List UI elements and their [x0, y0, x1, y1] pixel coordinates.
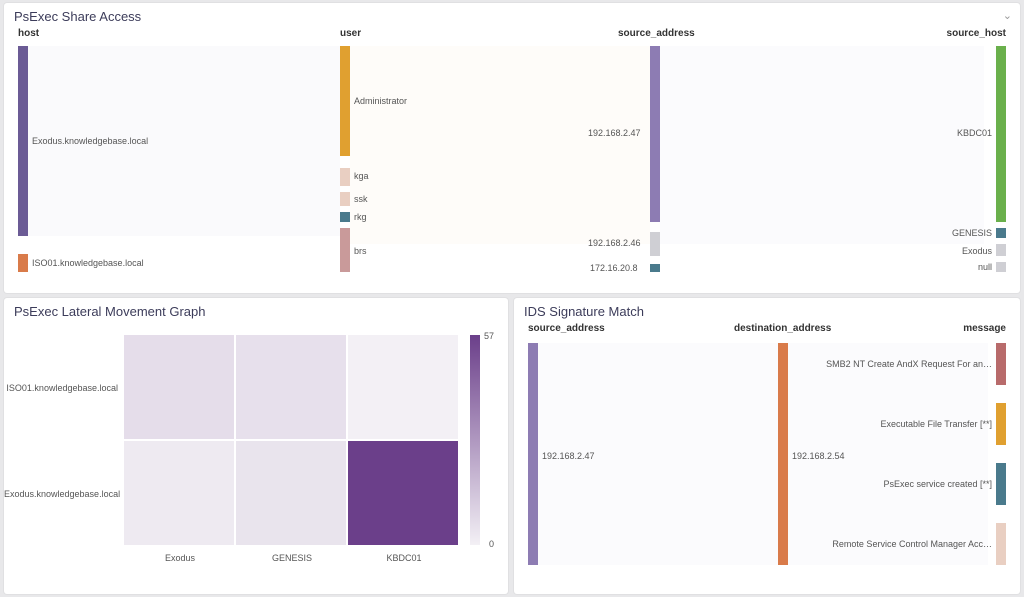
label-dst-genesis: GENESIS — [952, 228, 992, 238]
col-source-address: source_address — [528, 323, 605, 334]
node-src-20[interactable] — [650, 264, 660, 272]
heatmap-xlabel: GENESIS — [236, 553, 348, 563]
label-message: SMB2 NT Create AndX Request For an… — [826, 359, 992, 369]
node-user-kga[interactable] — [340, 168, 350, 186]
sankey-share-access[interactable]: host user source_address source_host Exo… — [4, 28, 1020, 286]
label-message: PsExec service created [**] — [883, 479, 992, 489]
col-source-address: source_address — [618, 28, 695, 39]
label-src-47: 192.168.2.47 — [588, 128, 641, 138]
flow — [538, 343, 988, 565]
node-host-iso01[interactable] — [18, 254, 28, 272]
chevron-down-icon[interactable]: ⌄ — [1003, 9, 1012, 22]
node-host-exodus[interactable] — [18, 46, 28, 236]
label-dst-null: null — [978, 262, 992, 272]
node-message[interactable] — [996, 343, 1006, 385]
panel-share-access: PsExec Share Access ⌄ host user source_a… — [4, 3, 1020, 293]
node-message[interactable] — [996, 403, 1006, 445]
node-src-46[interactable] — [650, 232, 660, 256]
label-dst-exodus: Exodus — [962, 246, 992, 256]
node-message[interactable] — [996, 463, 1006, 505]
panel-title: IDS Signature Match — [514, 298, 1020, 323]
label-host-iso01: ISO01.knowledgebase.local — [32, 258, 144, 268]
node-dst-exodus[interactable] — [996, 244, 1006, 256]
panel-ids-signature: IDS Signature Match source_address desti… — [514, 298, 1020, 594]
label-host-exodus: Exodus.knowledgebase.local — [32, 136, 148, 146]
label-dst-kbdc: KBDC01 — [957, 128, 992, 138]
heatmap-cell[interactable] — [124, 335, 234, 439]
node-user-admin[interactable] — [340, 46, 350, 156]
sankey-ids[interactable]: source_address destination_address messa… — [514, 323, 1020, 585]
panel-title: PsExec Share Access — [4, 3, 1020, 28]
label-message: Remote Service Control Manager Acc… — [832, 539, 992, 549]
node-dst-genesis[interactable] — [996, 228, 1006, 238]
heatmap-legend — [470, 335, 480, 545]
label-src-46: 192.168.2.46 — [588, 238, 641, 248]
node-user-brs[interactable] — [340, 228, 350, 272]
heatmap-xlabel: Exodus — [124, 553, 236, 563]
label-user-brs: brs — [354, 246, 367, 256]
heatmap-ylabel: ISO01.knowledgebase.local — [4, 383, 118, 393]
flow — [350, 46, 650, 244]
heatmap-cell[interactable] — [124, 441, 234, 545]
label-user-kga: kga — [354, 171, 369, 181]
legend-max: 57 — [484, 331, 494, 341]
label-dest: 192.168.2.54 — [792, 451, 845, 461]
col-source-host: source_host — [947, 28, 1006, 39]
heatmap-xlabel: KBDC01 — [348, 553, 460, 563]
node-dst-kbdc[interactable] — [996, 46, 1006, 222]
heatmap-lateral-movement[interactable]: 57 0 ISO01.knowledgebase.local Exodus.kno… — [4, 323, 508, 585]
legend-min: 0 — [489, 539, 494, 549]
heatmap-ylabel: Exodus.knowledgebase.local — [4, 489, 118, 499]
panel-lateral-movement: PsExec Lateral Movement Graph 57 0 ISO01… — [4, 298, 508, 594]
col-message: message — [963, 323, 1006, 334]
node-dst-null[interactable] — [996, 262, 1006, 272]
node-user-rkg[interactable] — [340, 212, 350, 222]
panel-title: PsExec Lateral Movement Graph — [4, 298, 508, 323]
heatmap-cell[interactable] — [348, 335, 458, 439]
node-src-47[interactable] — [650, 46, 660, 222]
heatmap-cell[interactable] — [236, 335, 346, 439]
label-user-rkg: rkg — [354, 212, 367, 222]
col-dest-address: destination_address — [734, 323, 831, 334]
label-message: Executable File Transfer [**] — [880, 419, 992, 429]
col-user: user — [340, 28, 361, 39]
node-dest[interactable] — [778, 343, 788, 565]
label-user-ssk: ssk — [354, 194, 368, 204]
col-host: host — [18, 28, 39, 39]
node-message[interactable] — [996, 523, 1006, 565]
flow — [660, 46, 984, 244]
heatmap-cell[interactable] — [348, 441, 458, 545]
heatmap-cell[interactable] — [236, 441, 346, 545]
label-user-admin: Administrator — [354, 96, 407, 106]
node-src[interactable] — [528, 343, 538, 565]
label-src-20: 172.16.20.8 — [590, 263, 638, 273]
label-src: 192.168.2.47 — [542, 451, 595, 461]
node-user-ssk[interactable] — [340, 192, 350, 206]
